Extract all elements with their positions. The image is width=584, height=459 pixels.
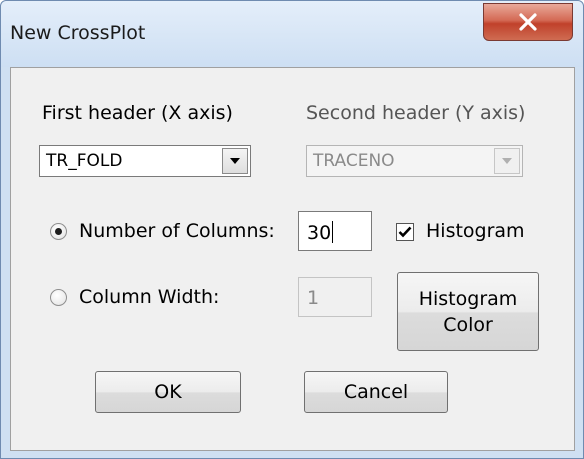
x-header-value: TR_FOLD — [46, 151, 123, 171]
cancel-button[interactable]: Cancel — [304, 371, 448, 413]
number-of-columns-value: 30 — [307, 221, 334, 244]
histogram-label: Histogram — [426, 220, 525, 242]
radio-selected-dot — [55, 228, 62, 235]
window-title: New CrossPlot — [10, 22, 146, 44]
number-of-columns-label: Number of Columns: — [79, 220, 275, 242]
histogram-color-label-line1: Histogram — [418, 287, 518, 310]
dialog-window: New CrossPlot First header (X axis) TR_F… — [0, 0, 584, 459]
text-caret — [332, 221, 334, 243]
number-of-columns-input[interactable]: 30 — [298, 211, 372, 251]
y-header-value: TRACENO — [313, 151, 395, 171]
x-header-dropdown[interactable]: TR_FOLD — [39, 145, 251, 177]
y-header-dropdown[interactable]: TRACENO — [306, 145, 523, 177]
close-button[interactable] — [483, 3, 573, 41]
x-header-label: First header (X axis) — [42, 102, 233, 124]
ok-button[interactable]: OK — [95, 371, 241, 413]
histogram-color-button[interactable]: Histogram Color — [397, 272, 539, 351]
title-bar[interactable]: New CrossPlot — [1, 1, 583, 67]
column-width-label: Column Width: — [79, 286, 220, 308]
chevron-down-icon[interactable] — [494, 148, 520, 174]
close-x-icon — [519, 13, 537, 31]
cancel-button-label: Cancel — [343, 381, 409, 403]
y-header-label: Second header (Y axis) — [306, 102, 526, 124]
column-width-value: 1 — [307, 287, 320, 309]
dialog-body: First header (X axis) TR_FOLD Second hea… — [10, 67, 575, 451]
number-of-columns-radio[interactable] — [50, 223, 67, 240]
histogram-color-label-line2: Color — [443, 313, 493, 336]
column-width-input[interactable]: 1 — [298, 277, 372, 317]
column-width-radio[interactable] — [50, 289, 67, 306]
chevron-down-icon[interactable] — [222, 148, 248, 174]
checkmark-icon — [398, 226, 412, 238]
ok-button-label: OK — [154, 381, 182, 403]
histogram-checkbox[interactable] — [396, 223, 414, 241]
